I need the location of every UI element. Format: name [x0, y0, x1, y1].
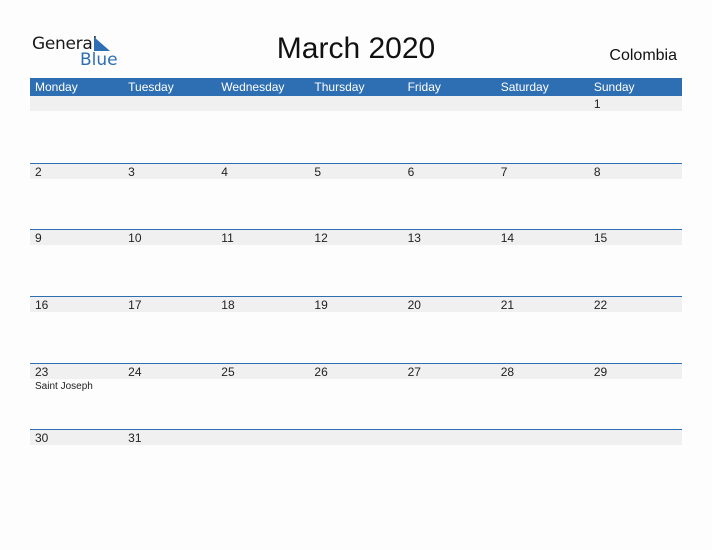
day-number: 2 — [35, 164, 42, 179]
calendar-grid: Monday Tuesday Wednesday Thursday Friday Satu… — [30, 78, 682, 496]
day-cell: 19 — [309, 297, 402, 363]
day-number: 18 — [221, 298, 235, 313]
day-cell: 14 — [496, 230, 589, 296]
day-cell: 5 — [309, 164, 402, 230]
week-row: 23 Saint Joseph 24 25 26 27 28 29 — [30, 362, 682, 430]
day-cell: 6 — [403, 164, 496, 230]
day-number: 24 — [128, 364, 142, 379]
week-row: 2 3 4 5 6 7 8 — [30, 162, 682, 230]
day-cell: 28 — [496, 364, 589, 430]
week-row: 16 17 18 19 20 21 22 — [30, 296, 682, 363]
day-cell: 8 — [589, 164, 682, 230]
day-number: 19 — [314, 298, 328, 313]
day-cell — [589, 430, 682, 496]
weekday-monday: Monday — [35, 80, 78, 94]
day-number: 10 — [128, 231, 142, 246]
day-number: 5 — [314, 164, 322, 179]
day-cell: 26 — [309, 364, 402, 430]
day-cell: 22 — [589, 297, 682, 363]
day-cell: 23 Saint Joseph — [30, 364, 123, 430]
day-cell: 11 — [216, 230, 309, 296]
day-cell: 21 — [496, 297, 589, 363]
day-cell — [403, 430, 496, 496]
day-number: 28 — [500, 364, 515, 379]
day-cell: 17 — [123, 297, 216, 363]
day-cell: 29 — [589, 364, 682, 430]
weekday-sunday: Sunday — [593, 80, 635, 94]
day-number: 16 — [35, 298, 49, 313]
weekday-thursday: Thursday — [314, 80, 365, 94]
day-number: 27 — [407, 364, 421, 379]
day-cell: 10 — [123, 230, 216, 296]
weekday-tuesday: Tuesday — [128, 80, 174, 94]
day-number: 14 — [500, 231, 515, 246]
day-number: 3 — [128, 164, 135, 179]
day-cell — [496, 96, 589, 163]
day-cell — [309, 96, 402, 163]
day-cell: 9 — [30, 230, 123, 296]
weekday-saturday: Saturday — [500, 80, 549, 94]
weekday-wednesday: Wednesday — [221, 80, 285, 94]
day-number: 20 — [407, 298, 421, 313]
weekday-friday: Friday — [407, 80, 441, 94]
day-cell — [216, 430, 309, 496]
weeks-container: 1 2 3 4 5 6 7 8 9 10 11 12 13 14 15 16 17 18 19 20 21 22 23 Sai… — [30, 96, 682, 496]
day-number: 6 — [407, 164, 415, 179]
day-cell: 4 — [216, 164, 309, 230]
day-number: 25 — [221, 364, 235, 379]
day-number: 12 — [314, 231, 328, 246]
day-cell: 13 — [403, 230, 496, 296]
day-number: 7 — [500, 164, 508, 179]
week-row: 9 10 11 12 13 14 15 — [30, 229, 682, 296]
day-number: 15 — [593, 231, 608, 246]
day-cell: 18 — [216, 297, 309, 363]
day-cell — [403, 96, 496, 163]
day-cell: 12 — [309, 230, 402, 296]
week-row: 1 — [30, 96, 682, 163]
day-cell: 31 — [123, 430, 216, 496]
week-row: 30 31 — [30, 429, 682, 496]
page-title: March 2020 — [276, 32, 436, 65]
day-cell — [496, 430, 589, 496]
day-cell: 30 — [30, 430, 123, 496]
day-cell: 16 — [30, 297, 123, 363]
day-number: 13 — [407, 231, 421, 246]
day-number: 9 — [35, 231, 42, 246]
day-number: 17 — [128, 298, 142, 313]
day-number: 22 — [593, 298, 608, 313]
day-cell: 3 — [123, 164, 216, 230]
day-cell — [30, 96, 123, 163]
day-number: 11 — [221, 231, 234, 246]
day-cell: 24 — [123, 364, 216, 430]
day-cell: 27 — [403, 364, 496, 430]
day-cell — [216, 96, 309, 163]
weekday-header: Monday Tuesday Wednesday Thursday Friday Satu… — [30, 78, 682, 96]
day-number: 8 — [593, 164, 601, 179]
day-cell: 25 — [216, 364, 309, 430]
day-number: 4 — [221, 164, 228, 179]
day-number: 29 — [593, 364, 608, 379]
day-number: 1 — [593, 97, 601, 111]
day-cell: 15 — [589, 230, 682, 296]
day-number: 23 — [35, 364, 49, 379]
day-number: 31 — [128, 431, 142, 446]
day-number: 21 — [500, 298, 515, 313]
day-cell — [123, 96, 216, 163]
country-label: Colombia — [609, 47, 677, 64]
day-cell: 7 — [496, 164, 589, 230]
day-cell: 1 — [589, 96, 682, 163]
day-number: 26 — [314, 364, 328, 379]
day-number: 30 — [35, 431, 49, 446]
day-cell — [309, 430, 402, 496]
day-cell: 20 — [403, 297, 496, 363]
day-cell: 2 — [30, 164, 123, 230]
holiday-label: Saint Joseph — [35, 380, 93, 392]
